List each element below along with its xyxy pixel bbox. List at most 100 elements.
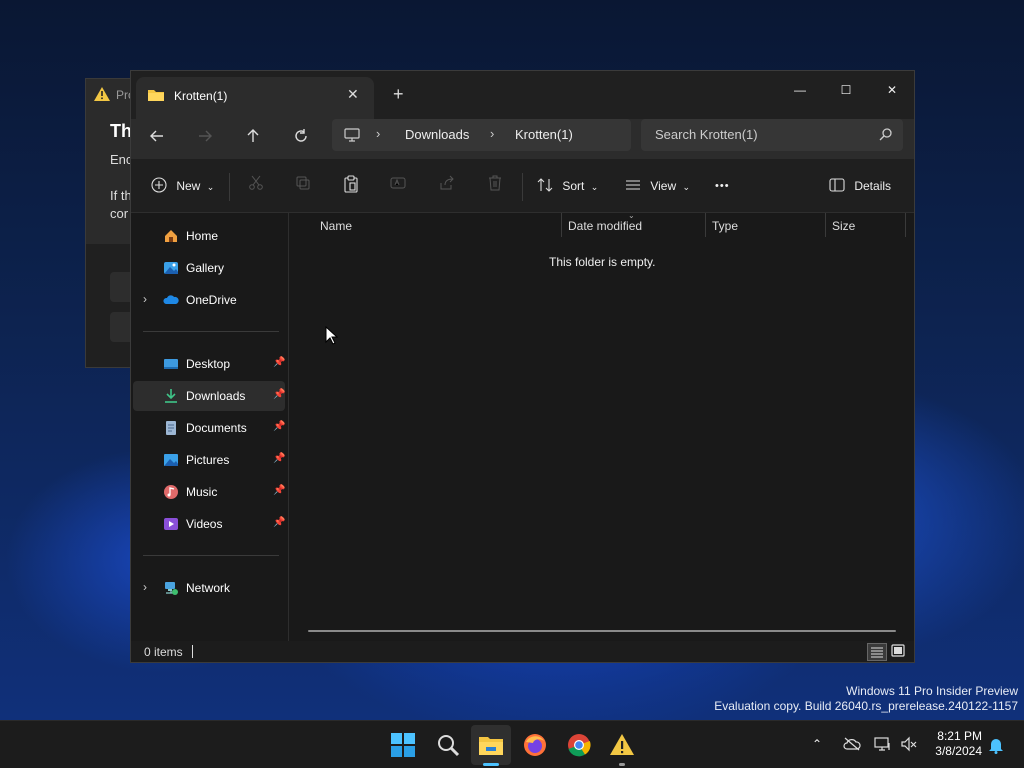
sidebar-item-music[interactable]: Music 📌 — [133, 477, 285, 507]
new-tab-button[interactable]: + — [393, 84, 404, 105]
system-clock[interactable]: 8:21 PM 3/8/2024 — [932, 729, 982, 759]
more-options-button[interactable]: ••• — [715, 175, 730, 197]
column-header-name[interactable]: Name — [320, 219, 352, 233]
sidebar-item-pictures[interactable]: Pictures 📌 — [133, 445, 285, 475]
windows-start-icon[interactable] — [388, 730, 418, 760]
close-window-button[interactable]: ✕ — [869, 76, 914, 104]
toolbar-divider — [229, 173, 230, 201]
windows-watermark: Windows 11 Pro Insider Preview Evaluatio… — [714, 684, 1018, 714]
search-icon[interactable] — [433, 730, 463, 760]
column-header-date-modified[interactable]: Date modified — [568, 219, 642, 233]
file-explorer-window: Krotten(1) ✕ + — ☐ ✕ › Downloads › Krott… — [130, 70, 915, 663]
sort-icon — [537, 178, 553, 192]
sidebar-item-label: Videos — [186, 517, 223, 531]
status-bar: 0 items — [131, 641, 914, 662]
notification-bell-icon[interactable] — [988, 736, 1004, 754]
sort-label: Sort — [562, 179, 585, 193]
network-status-icon[interactable] — [874, 736, 892, 752]
pin-icon[interactable]: 📌 — [273, 421, 285, 432]
clock-date: 3/8/2024 — [935, 744, 982, 758]
sidebar-item-label: Pictures — [186, 453, 230, 467]
details-button[interactable]: Details — [829, 175, 891, 197]
volume-muted-icon[interactable] — [900, 736, 918, 752]
sidebar-item-network[interactable]: › Network — [133, 573, 285, 603]
sort-indicator-icon: ⌄ — [628, 211, 635, 220]
share-icon[interactable] — [439, 175, 455, 197]
running-app-indicator — [619, 763, 625, 766]
paste-icon[interactable] — [343, 175, 359, 197]
maximize-button[interactable]: ☐ — [823, 76, 869, 104]
sidebar-item-gallery[interactable]: Gallery — [133, 253, 285, 283]
column-divider[interactable] — [705, 213, 706, 237]
minimize-button[interactable]: — — [777, 76, 823, 104]
column-divider[interactable] — [825, 213, 826, 237]
video-icon — [164, 518, 178, 530]
plus-circle-icon — [151, 177, 167, 193]
view-list-icon — [626, 180, 640, 190]
tab-krotten[interactable]: Krotten(1) ✕ — [136, 77, 374, 119]
watermark-line2: Evaluation copy. Build 26040.rs_prerelea… — [714, 699, 1018, 713]
forward-arrow-icon[interactable] — [191, 125, 219, 153]
sidebar-item-videos[interactable]: Videos 📌 — [133, 509, 285, 539]
toolbar-divider — [522, 173, 523, 201]
up-arrow-icon[interactable] — [239, 125, 267, 153]
rename-icon[interactable] — [390, 175, 406, 197]
warning-icon[interactable] — [607, 730, 637, 760]
computer-icon — [344, 128, 360, 142]
pin-icon[interactable]: 📌 — [273, 357, 285, 368]
cut-icon[interactable] — [248, 175, 264, 197]
new-button[interactable]: New ⌄ — [151, 175, 214, 197]
chevron-right-icon[interactable]: › — [143, 580, 147, 594]
title-bar: Krotten(1) ✕ + — ☐ ✕ — [131, 71, 914, 119]
delete-icon[interactable] — [487, 175, 503, 197]
horizontal-scrollbar[interactable] — [308, 630, 896, 632]
column-divider[interactable] — [905, 213, 906, 237]
active-app-indicator — [483, 763, 499, 766]
close-tab-icon[interactable]: ✕ — [347, 86, 359, 103]
firefox-icon[interactable] — [520, 730, 550, 760]
chevron-down-icon: ⌄ — [590, 182, 599, 192]
column-header-type[interactable]: Type — [712, 219, 738, 233]
chrome-icon[interactable] — [564, 730, 594, 760]
address-bar[interactable]: › Downloads › Krotten(1) — [332, 119, 631, 151]
sidebar-divider — [143, 555, 279, 556]
item-count: 0 items — [144, 645, 183, 659]
breadcrumb-krotten[interactable]: Krotten(1) — [515, 127, 573, 142]
music-icon — [164, 485, 178, 499]
view-label: View — [650, 179, 677, 193]
pin-icon[interactable]: 📌 — [273, 453, 285, 464]
chevron-right-icon[interactable]: › — [143, 292, 147, 306]
sidebar-item-downloads[interactable]: Downloads 📌 — [133, 381, 285, 411]
pin-icon[interactable]: 📌 — [273, 517, 285, 528]
pin-icon[interactable]: 📌 — [273, 485, 285, 496]
sort-button[interactable]: Sort ⌄ — [537, 175, 598, 197]
sidebar-item-label: Desktop — [186, 357, 231, 371]
warning-icon — [94, 87, 110, 101]
sidebar-divider — [143, 331, 279, 332]
back-arrow-icon[interactable] — [143, 125, 171, 153]
column-divider[interactable] — [561, 213, 562, 237]
file-list-pane[interactable]: Name Date modified ⌄ Type Size This fold… — [290, 211, 914, 641]
column-header-size[interactable]: Size — [832, 219, 855, 233]
breadcrumb-downloads[interactable]: Downloads — [405, 127, 469, 142]
refresh-icon[interactable] — [287, 125, 315, 153]
sidebar-item-home[interactable]: Home — [133, 221, 285, 251]
sidebar-item-onedrive[interactable]: › OneDrive — [133, 285, 285, 315]
sidebar-item-label: Home — [186, 229, 219, 243]
file-explorer-icon[interactable] — [476, 730, 506, 760]
sidebar-item-documents[interactable]: Documents 📌 — [133, 413, 285, 443]
copy-icon[interactable] — [295, 175, 311, 197]
chevron-up-icon[interactable]: ⌃ — [812, 737, 822, 751]
sidebar-item-label: Gallery — [186, 261, 225, 275]
search-input[interactable]: Search Krotten(1) — [641, 119, 903, 151]
command-bar: New ⌄ Sort ⌄ View ⌄ ••• Details — [131, 159, 914, 213]
details-view-icon[interactable] — [867, 643, 887, 661]
sidebar-item-desktop[interactable]: Desktop 📌 — [133, 349, 285, 379]
view-button[interactable]: View ⌄ — [625, 175, 690, 197]
sidebar-item-label: Downloads — [186, 389, 246, 403]
large-icons-view-icon[interactable] — [889, 643, 909, 661]
cloud-icon — [163, 295, 179, 304]
tab-title: Krotten(1) — [174, 89, 228, 103]
pin-icon[interactable]: 📌 — [273, 389, 285, 400]
cloud-offline-icon[interactable] — [843, 737, 861, 751]
